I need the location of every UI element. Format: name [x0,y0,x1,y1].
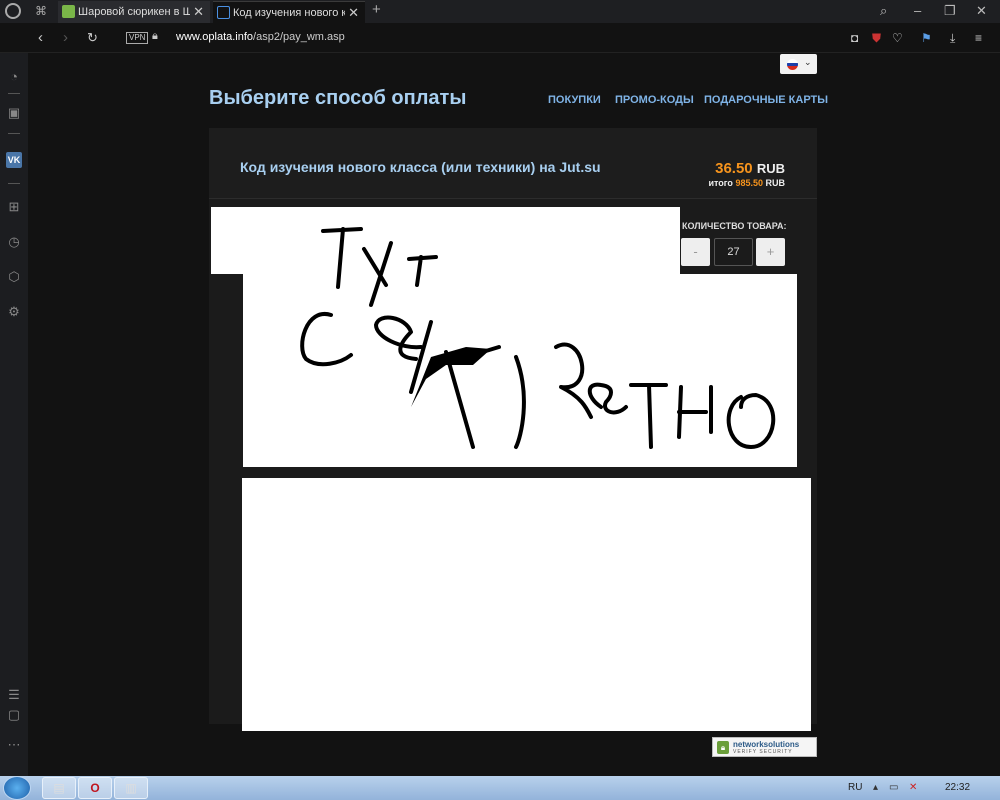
total-value: 985.50 [735,178,763,188]
tab-title: Шаровой сюрикен в Шко [78,6,190,18]
price-value: 36.50 [715,160,753,177]
clock[interactable]: 22:32 [945,782,970,793]
explorer-icon[interactable]: ▤ [42,777,76,799]
workspaces-icon[interactable]: ⊞ [6,199,22,215]
tab-favicon-icon [217,6,230,19]
close-window-icon[interactable]: ✕ [976,3,987,19]
nav-purchases[interactable]: ПОКУПКИ [548,94,601,106]
camera-icon[interactable]: ◘ [851,31,858,45]
vpn-badge[interactable]: VPN [126,32,149,44]
history-icon[interactable]: ◷ [6,234,22,250]
total-label: итого [708,178,733,188]
minimize-icon[interactable]: – [914,3,921,18]
seal-name: networksolutions [733,740,800,749]
notepad-icon[interactable]: ▥ [114,777,148,799]
opera-logo-icon[interactable] [5,3,21,19]
sidebar-divider [8,183,20,184]
menu-icon[interactable]: ≡ [975,31,982,45]
network-solutions-seal[interactable]: 🔒︎ networksolutions VERIFY SECURITY [712,737,817,757]
tab-title: Код изучения нового клас [233,7,345,19]
forward-icon[interactable]: › [63,29,68,46]
handwritten-scrawl [300,227,776,449]
vk-icon[interactable]: VK [6,152,22,168]
product-header: Код изучения нового класса (или техники)… [209,128,817,199]
url-domain: www.oplata.info [176,31,254,43]
close-icon[interactable]: ✕ [348,2,359,23]
back-icon[interactable]: ‹ [38,29,43,46]
chevron-down-icon: ⌄ [804,57,812,67]
more-icon[interactable]: ⋯ [6,737,22,753]
language-indicator[interactable]: RU [848,782,862,793]
opera-taskbar-icon[interactable]: O [78,777,112,799]
speed-dial-icon[interactable]: ◔ [6,69,22,85]
tray-expand-icon[interactable]: ▴ [873,782,878,793]
tab-bar: ⌘ Шаровой сюрикен в Шко ✕ Код изучения н… [0,0,1000,23]
download-icon[interactable]: ⤓ [950,31,955,46]
battery-icon[interactable]: ▭ [889,782,898,793]
flow-icon[interactable]: ⚑ [921,31,932,45]
close-icon[interactable]: ✕ [193,1,204,23]
price-currency: RUB [756,161,785,176]
nav-gift-cards[interactable]: ПОДАРОЧНЫЕ КАРТЫ [704,94,828,106]
os-taskbar: ▤ O ▥ RU ▴ ▭ ✕ 22:32 [0,776,1000,800]
redaction-block [242,478,811,731]
restore-icon[interactable]: ❐ [944,3,956,19]
shield-icon[interactable]: ⛊ [872,31,881,46]
network-error-icon[interactable]: ✕ [909,782,917,793]
browser-sidebar: ◔ ▣ VK ⊞ ◷ ⬡ ⚙ ☰ ▢ ⋯ [0,53,28,776]
nav-promo-codes[interactable]: ПРОМО-КОДЫ [615,94,694,106]
sidebar-divider [8,93,20,94]
url-path: /asp2/pay_wm.asp [253,31,345,43]
gamepad-icon[interactable]: ⌘ [35,5,49,17]
heart-icon[interactable]: ♡ [892,31,903,45]
lock-icon[interactable]: 🔒︎ [152,30,158,43]
reload-icon[interactable]: ↻ [87,30,98,46]
address-bar: ‹ › ↻ VPN 🔒︎ www.oplata.info/asp2/pay_wm… [0,23,1000,53]
player-icon[interactable]: ☰ [6,687,22,703]
twitch-icon[interactable]: ▣ [6,105,22,121]
page-title: Выберите способ оплаты [209,87,467,109]
new-tab-plus-icon[interactable]: + [372,1,381,18]
tab-1[interactable]: Шаровой сюрикен в Шко ✕ [58,1,210,23]
settings-icon[interactable]: ⚙ [6,304,22,320]
russia-flag-icon [787,59,798,70]
pinboard-icon[interactable]: ▢ [6,707,22,723]
language-selector[interactable]: ⌄ [780,54,817,74]
total-currency: RUB [765,178,786,188]
tab-favicon-icon [62,5,75,18]
seal-subtitle: VERIFY SECURITY [733,749,793,755]
start-button[interactable] [3,776,31,800]
total: итого 985.50 RUB [708,178,785,188]
product-name: Код изучения нового класса (или техники)… [240,159,601,175]
search-tabs-icon[interactable]: ⌕ [880,3,887,19]
sidebar-divider [8,133,20,134]
tab-2-active[interactable]: Код изучения нового клас ✕ [213,1,365,23]
price: 36.50 RUB [715,160,785,177]
lock-seal-icon: 🔒︎ [717,741,729,754]
url-field[interactable]: www.oplata.info/asp2/pay_wm.asp [176,31,345,43]
extensions-icon[interactable]: ⬡ [6,269,22,285]
